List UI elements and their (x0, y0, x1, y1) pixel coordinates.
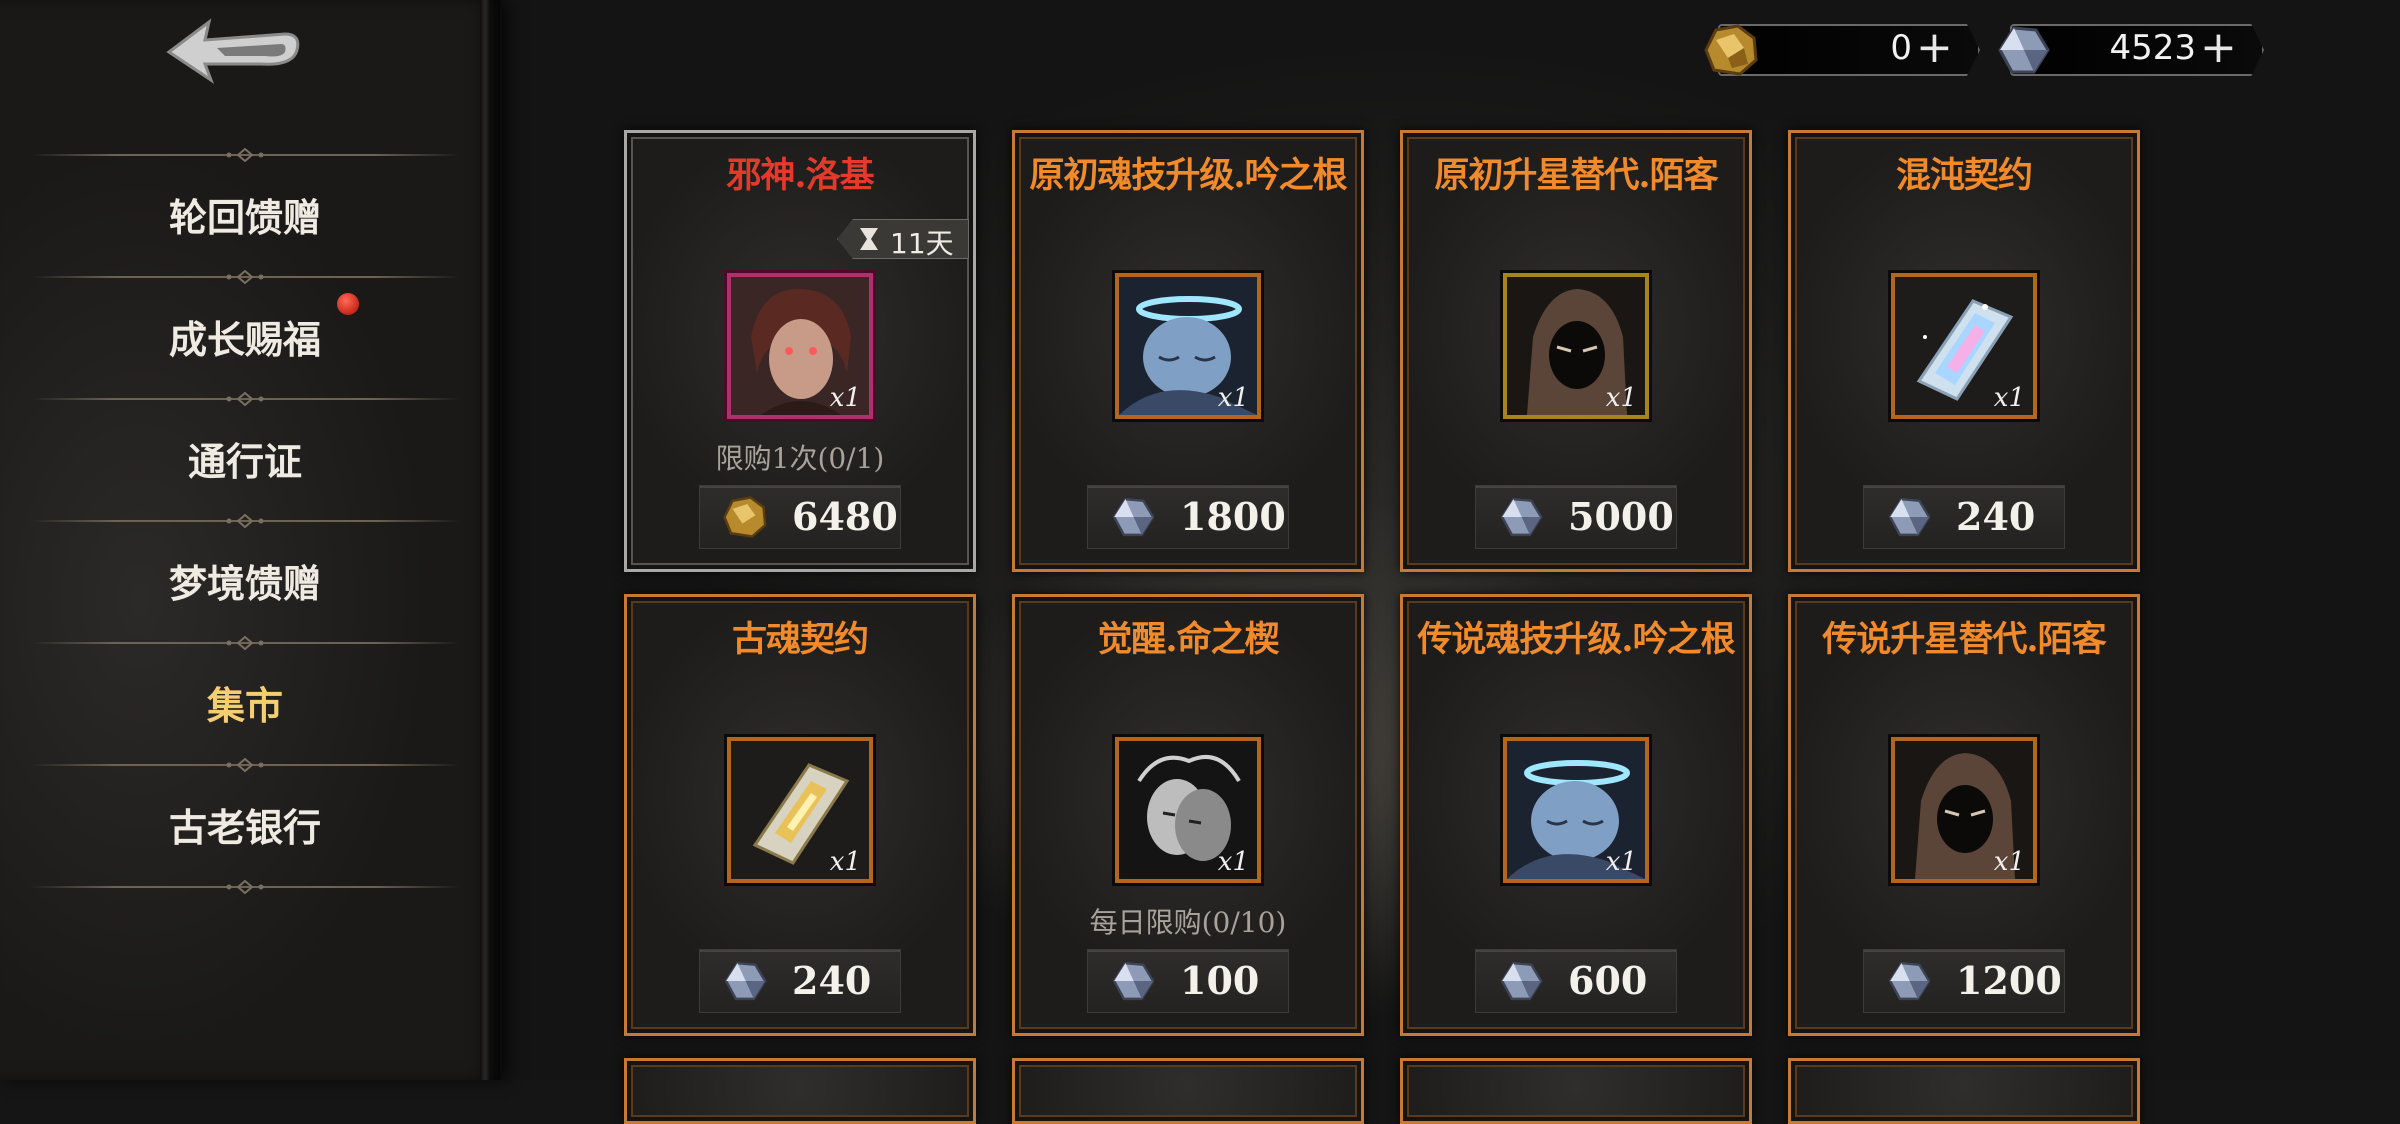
sidebar-item-growth-blessing[interactable]: 成长赐福 (30, 276, 460, 396)
gem-value: 4523 (2109, 28, 2196, 68)
shop-card-loki[interactable]: 邪神.洛基 11天 x1 限购1次(0/1) 6480 (624, 130, 976, 572)
shop-card-legend-skill-upgrade[interactable]: 传说魂技升级.吟之根 x1 600 (1400, 594, 1752, 1036)
item-quantity: x1 (1605, 847, 1637, 877)
hourglass-icon (860, 228, 878, 250)
sidebar-item-ancient-bank[interactable]: 古老银行 (30, 764, 460, 884)
add-gem-button[interactable]: + (2200, 20, 2237, 76)
sidebar: 轮回馈赠 成长赐福 通行证 梦境馈赠 集市 古老银行 (0, 0, 502, 1080)
nav-divider (30, 880, 460, 894)
price-button[interactable]: 5000 (1475, 485, 1677, 549)
item-slot: x1 (1503, 737, 1649, 883)
crystal-icon (1112, 961, 1155, 1001)
crystal-icon (1500, 961, 1543, 1001)
sidebar-item-market[interactable]: 集市 (30, 642, 460, 762)
item-slot: x1 (1503, 273, 1649, 419)
item-slot: x1 (727, 737, 873, 883)
sidebar-item-label: 古老银行 (168, 804, 321, 850)
card-title: 传说升星替代.陌客 (1822, 619, 2106, 660)
price-value: 5000 (1568, 494, 1674, 539)
gold-currency: 0 + (1698, 20, 1980, 76)
sidebar-item-label: 梦境馈赠 (168, 560, 321, 606)
shop-card-partial[interactable] (1012, 1058, 1364, 1124)
back-arrow-icon[interactable] (165, 14, 305, 84)
card-title: 古魂契约 (731, 619, 869, 660)
item-slot: x1 (1115, 737, 1261, 883)
item-quantity: x1 (1993, 847, 2025, 877)
card-title: 觉醒.命之楔 (1097, 619, 1279, 660)
price-button[interactable]: 600 (1475, 949, 1677, 1013)
price-value: 1200 (1956, 958, 2062, 1003)
timer-value: 11天 (890, 227, 954, 260)
item-slot: x1 (1891, 737, 2037, 883)
item-quantity: x1 (1993, 383, 2025, 413)
shop-card-ancient-soul-contract[interactable]: 古魂契约 x1 240 (624, 594, 976, 1036)
crystal-icon (1998, 26, 2050, 74)
item-quantity: x1 (1217, 383, 1249, 413)
price-value: 600 (1568, 958, 1648, 1003)
add-gold-button[interactable]: + (1916, 20, 1953, 76)
purchase-limit: 限购1次(0/1) (715, 442, 885, 475)
crystal-icon (1500, 497, 1543, 537)
price-button[interactable]: 240 (1863, 485, 2065, 549)
card-title: 混沌契约 (1895, 155, 2033, 196)
shop-card-primal-skill-upgrade[interactable]: 原初魂技升级.吟之根 x1 1800 (1012, 130, 1364, 572)
crystal-icon (1888, 961, 1931, 1001)
sidebar-item-pass[interactable]: 通行证 (30, 398, 460, 518)
price-value: 1800 (1180, 494, 1286, 539)
time-remaining-badge: 11天 (837, 219, 969, 259)
item-quantity: x1 (829, 383, 861, 413)
item-slot: x1 (1115, 273, 1261, 419)
item-quantity: x1 (829, 847, 861, 877)
crystal-icon (724, 961, 767, 1001)
card-title: 邪神.洛基 (726, 155, 874, 196)
card-title: 原初升星替代.陌客 (1434, 155, 1718, 196)
sidebar-item-label: 集市 (206, 682, 283, 728)
purchase-limit: 每日限购(0/10) (1089, 906, 1287, 939)
item-slot: x1 (1891, 273, 2037, 419)
crystal-icon (1112, 497, 1155, 537)
gold-value: 0 (1890, 28, 1912, 68)
sidebar-item-label: 通行证 (187, 438, 302, 484)
shop-card-partial[interactable] (624, 1058, 976, 1124)
price-value: 240 (792, 958, 872, 1003)
shop-card-partial[interactable] (1788, 1058, 2140, 1124)
gem-currency: 4523 + (1990, 20, 2264, 76)
card-title: 原初魂技升级.吟之根 (1029, 155, 1347, 196)
price-button[interactable]: 6480 (699, 485, 901, 549)
sidebar-item-reincarnation-gift[interactable]: 轮回馈赠 (30, 154, 460, 274)
shop-card-partial[interactable] (1400, 1058, 1752, 1124)
sidebar-item-label: 成长赐福 (168, 316, 321, 362)
price-value: 100 (1180, 958, 1260, 1003)
shop-card-chaos-contract[interactable]: 混沌契约 x1 240 (1788, 130, 2140, 572)
shop-card-awaken-wedge[interactable]: 觉醒.命之楔 x1 每日限购(0/10) 100 (1012, 594, 1364, 1036)
price-button[interactable]: 1200 (1863, 949, 2065, 1013)
sidebar-item-label: 轮回馈赠 (168, 194, 321, 240)
gold-ore-icon (723, 496, 767, 538)
price-button[interactable]: 240 (699, 949, 901, 1013)
gold-ore-icon (1704, 24, 1758, 76)
shop-card-primal-star-substitute[interactable]: 原初升星替代.陌客 x1 5000 (1400, 130, 1752, 572)
item-quantity: x1 (1605, 383, 1637, 413)
price-value: 240 (1956, 494, 2036, 539)
price-button[interactable]: 1800 (1087, 485, 1289, 549)
card-title: 传说魂技升级.吟之根 (1417, 619, 1735, 660)
price-value: 6480 (792, 494, 898, 539)
shop-card-legend-star-substitute[interactable]: 传说升星替代.陌客 x1 1200 (1788, 594, 2140, 1036)
notification-dot (337, 293, 359, 315)
price-button[interactable]: 100 (1087, 949, 1289, 1013)
item-slot: x1 (727, 273, 873, 419)
item-quantity: x1 (1217, 847, 1249, 877)
sidebar-item-dream-gift[interactable]: 梦境馈赠 (30, 520, 460, 640)
crystal-icon (1888, 497, 1931, 537)
